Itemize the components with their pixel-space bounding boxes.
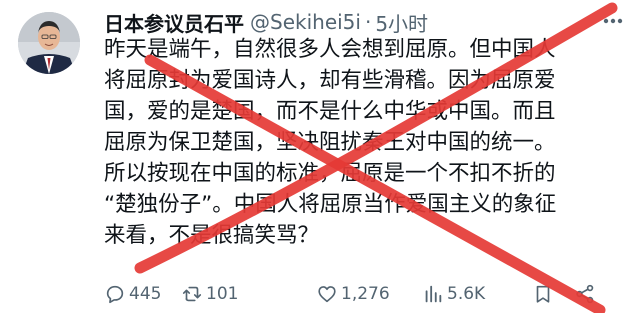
- tweet-line: 屈原为保卫楚国，坚决阻扰秦王对中国的统一。: [104, 130, 556, 155]
- share-icon: [576, 284, 594, 304]
- tweet-line: 将屈原封为爱国诗人，却有些滑稽。因为屈原爱: [104, 68, 556, 93]
- tweet-line: 国，爱的是楚国，而不是什么中华或中国。而且: [104, 99, 556, 124]
- tweet[interactable]: 日本参议员石平 @Sekihei5i · 5小时 昨天是端午，自然很多人会想到屈…: [0, 0, 630, 313]
- retweet-count: 101: [206, 284, 239, 304]
- tweet-time[interactable]: 5小时: [375, 8, 428, 37]
- tweet-line: 来看，不是很搞笑骂？: [104, 223, 320, 248]
- author-handle[interactable]: @Sekihei5i: [250, 10, 361, 34]
- retweet-button[interactable]: 101: [181, 280, 238, 308]
- tweet-text: 昨天是端午，自然很多人会想到屈原。但中国人 将屈原封为爱国诗人，却有些滑稽。因为…: [104, 34, 614, 251]
- like-count: 1,276: [341, 284, 390, 304]
- views-count: 5.6K: [447, 284, 486, 304]
- reply-icon: [106, 285, 124, 304]
- tweet-line: 所以按现在中国的标准，屈原是一个不扣不折的: [104, 161, 556, 186]
- views-button[interactable]: 5.6K: [422, 280, 485, 308]
- bookmark-button[interactable]: [532, 280, 557, 308]
- like-button[interactable]: 1,276: [316, 280, 390, 308]
- separator-dot: ·: [364, 10, 372, 34]
- reply-count: 445: [129, 284, 162, 304]
- tweet-line: “楚独份子”。中国人将屈原当作爱国主义的象征: [104, 192, 557, 217]
- retweet-icon: [182, 286, 202, 302]
- author-name[interactable]: 日本参议员石平: [104, 8, 244, 37]
- avatar[interactable]: [18, 12, 80, 74]
- views-icon: [425, 285, 442, 303]
- more-icon[interactable]: [600, 8, 626, 34]
- share-button[interactable]: [574, 280, 599, 308]
- reply-button[interactable]: 445: [104, 280, 161, 308]
- heart-icon: [318, 286, 336, 303]
- bookmark-icon: [536, 285, 550, 303]
- tweet-header: 日本参议员石平 @Sekihei5i · 5小时: [104, 8, 428, 36]
- action-bar: 445 101 1,276 5.6K: [104, 280, 624, 308]
- tweet-line: 昨天是端午，自然很多人会想到屈原。但中国人: [104, 37, 556, 62]
